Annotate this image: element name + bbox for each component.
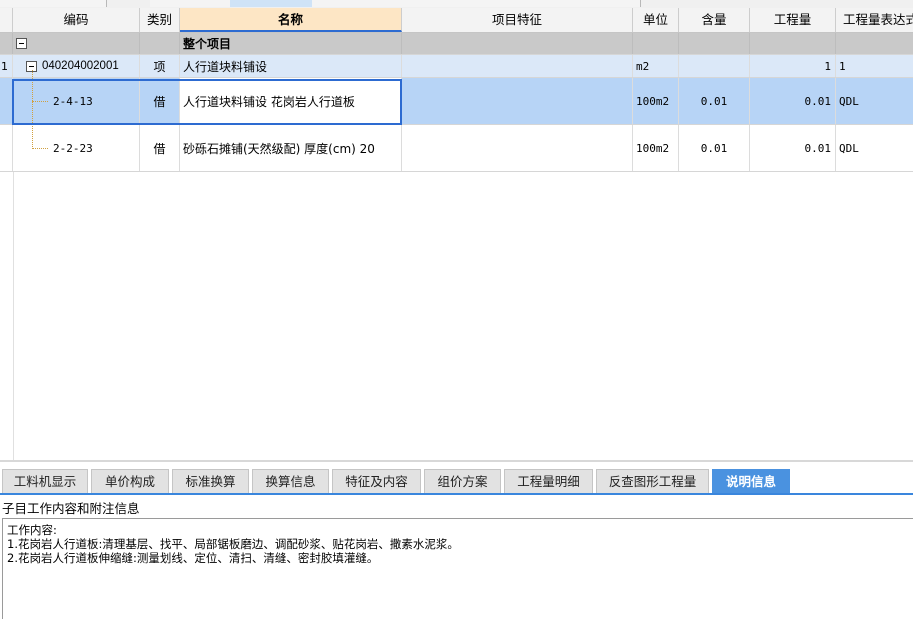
name-cell[interactable]: 人行道块料铺设 花岗岩人行道板 <box>180 78 402 124</box>
content-cell[interactable] <box>679 33 750 54</box>
unit-cell[interactable] <box>633 33 679 54</box>
header-expression[interactable]: 工程量表达式 <box>836 8 913 32</box>
code-text: 040204002001 <box>42 60 119 72</box>
name-cell[interactable]: 人行道块料铺设 <box>180 55 402 77</box>
category-cell: 项 <box>140 55 180 77</box>
code-cell <box>13 33 140 54</box>
tab-pricing-scheme[interactable]: 组价方案 <box>424 469 501 493</box>
top-tab[interactable] <box>470 0 563 7</box>
bottom-tab-bar: 工料机显示 单价构成 标准换算 换算信息 特征及内容 组价方案 工程量明细 反查… <box>0 465 913 495</box>
expression-cell[interactable]: 1 <box>836 55 913 77</box>
content-cell[interactable] <box>679 55 750 77</box>
panel-title: 子目工作内容和附注信息 <box>2 501 140 516</box>
grid-header: 编码 类别 名称 项目特征 单位 含量 工程量 工程量表达式 <box>0 8 913 33</box>
row-number <box>0 125 13 171</box>
tree-connector-line <box>32 148 48 149</box>
table-row-list-item[interactable]: 1 040204002001 项 人行道块料铺设 m2 1 1 <box>0 55 913 78</box>
category-cell: 借 <box>140 78 180 124</box>
feature-cell[interactable] <box>402 78 633 124</box>
row-number-gutter <box>0 172 14 460</box>
quantity-cell[interactable] <box>750 33 836 54</box>
unit-cell[interactable]: 100m2 <box>633 125 679 171</box>
tab-description-info[interactable]: 说明信息 <box>712 469 790 493</box>
header-name[interactable]: 名称 <box>180 8 402 32</box>
expression-cell[interactable] <box>836 33 913 54</box>
quantity-cell[interactable]: 0.01 <box>750 125 836 171</box>
top-tab[interactable] <box>382 0 471 7</box>
table-row-whole-project[interactable]: 整个项目 <box>0 33 913 55</box>
quota-grid: 编码 类别 名称 项目特征 单位 含量 工程量 工程量表达式 整个项目 1 04… <box>0 8 913 460</box>
tab-conversion-info[interactable]: 换算信息 <box>252 469 329 493</box>
tab-labor-material[interactable]: 工料机显示 <box>2 469 88 493</box>
tab-standard-conversion[interactable]: 标准换算 <box>172 469 249 493</box>
tree-connector-line <box>32 70 33 149</box>
feature-cell[interactable] <box>402 125 633 171</box>
name-cell[interactable]: 砂砾石摊铺(天然级配) 厚度(cm) 20 <box>180 125 402 171</box>
work-content-textbox[interactable]: 工作内容: 1.花岗岩人行道板:清理基层、找平、局部锯板磨边、调配砂浆、贴花岗岩… <box>2 518 913 619</box>
tab-reverse-check-graphics[interactable]: 反查图形工程量 <box>596 469 709 493</box>
top-tab[interactable] <box>44 0 107 7</box>
table-row-sub-item-selected[interactable]: 2-4-13 借 人行道块料铺设 花岗岩人行道板 100m2 0.01 0.01… <box>0 78 913 125</box>
splitter[interactable] <box>0 460 913 462</box>
quantity-cell[interactable]: 0.01 <box>750 78 836 124</box>
collapse-toggle-icon[interactable] <box>16 38 27 49</box>
top-tab-active[interactable] <box>230 0 313 7</box>
header-category[interactable]: 类别 <box>140 8 180 32</box>
header-rownum <box>0 8 13 32</box>
work-content-line: 1.花岗岩人行道板:清理基层、找平、局部锯板磨边、调配砂浆、贴花岗岩、撒素水泥浆… <box>7 537 459 551</box>
header-feature[interactable]: 项目特征 <box>402 8 633 32</box>
top-tab[interactable] <box>150 0 231 7</box>
tab-unit-price[interactable]: 单价构成 <box>91 469 169 493</box>
tree-connector-line <box>32 101 48 102</box>
unit-cell[interactable]: m2 <box>633 55 679 77</box>
row-number <box>0 33 13 54</box>
work-content-line: 工作内容: <box>7 523 57 537</box>
expression-cell[interactable]: QDL <box>836 125 913 171</box>
content-cell[interactable]: 0.01 <box>679 125 750 171</box>
header-content[interactable]: 含量 <box>679 8 750 32</box>
tab-quantity-detail[interactable]: 工程量明细 <box>504 469 593 493</box>
top-tab[interactable] <box>0 0 45 7</box>
category-cell: 借 <box>140 125 180 171</box>
header-unit[interactable]: 单位 <box>633 8 679 32</box>
feature-cell[interactable] <box>402 33 633 54</box>
category-cell <box>140 33 180 54</box>
unit-cell[interactable]: 100m2 <box>633 78 679 124</box>
row-number: 1 <box>0 55 13 77</box>
top-tab[interactable] <box>562 0 641 7</box>
tab-features-content[interactable]: 特征及内容 <box>332 469 421 493</box>
quantity-cell[interactable]: 1 <box>750 55 836 77</box>
expression-cell[interactable]: QDL <box>836 78 913 124</box>
header-code[interactable]: 编码 <box>13 8 140 32</box>
name-cell[interactable]: 整个项目 <box>180 33 402 54</box>
top-tab[interactable] <box>312 0 383 7</box>
feature-cell[interactable] <box>402 55 633 77</box>
row-number <box>0 78 13 124</box>
header-quantity[interactable]: 工程量 <box>750 8 836 32</box>
content-cell[interactable]: 0.01 <box>679 78 750 124</box>
work-content-line: 2.花岗岩人行道板伸缩缝:测量划线、定位、清扫、清缝、密封胶填灌缝。 <box>7 551 379 565</box>
table-row-sub-item[interactable]: 2-2-23 借 砂砾石摊铺(天然级配) 厚度(cm) 20 100m2 0.0… <box>0 125 913 172</box>
